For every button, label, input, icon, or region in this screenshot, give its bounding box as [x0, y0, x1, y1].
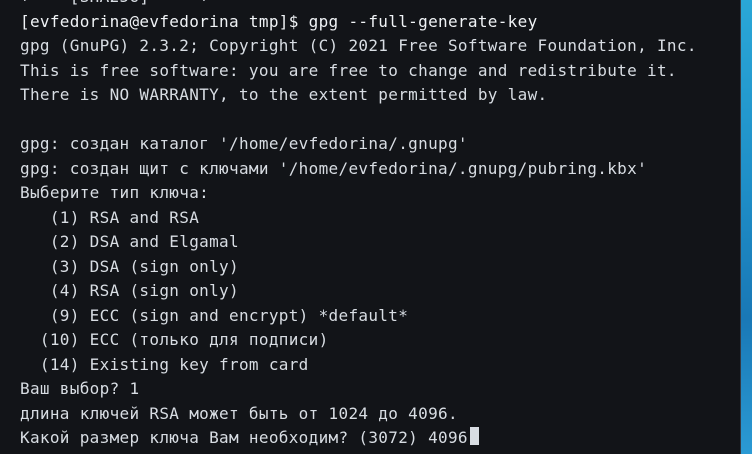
terminal-line-option-dsa-sign: (3) DSA (sign only): [20, 256, 239, 276]
terminal-line-option-rsa-rsa: (1) RSA and RSA: [20, 207, 200, 227]
terminal-line-key-size-input[interactable]: Какой размер ключа Вам необходим? (3072)…: [20, 426, 732, 451]
terminal-line-keyring-created: gpg: создан щит с ключами '/home/evfedor…: [20, 158, 648, 178]
terminal-line-option-rsa-sign: (4) RSA (sign only): [20, 281, 239, 300]
terminal-line-rsa-length-info: длина ключей RSA может быть от 1024 до 4…: [20, 403, 458, 423]
terminal-output[interactable]: +----[SHA256]-----+ [evfedorina@evfedori…: [20, 0, 732, 454]
terminal-line-command: [evfedorina@evfedorina tmp]$ gpg --full-…: [20, 11, 538, 31]
terminal-line-option-dsa-elgamal: (2) DSA and Elgamal: [20, 232, 239, 251]
terminal-line-option-ecc-sign: (10) ECC (только для подписи): [20, 330, 329, 349]
terminal-line-directory-created: gpg: создан каталог '/home/evfedorina/.g…: [20, 134, 468, 153]
terminal-line-key-type-prompt: Выберите тип ключа:: [20, 183, 210, 202]
terminal-line-option-card: (14) Existing key from card: [20, 354, 309, 374]
terminal-cursor: [469, 427, 479, 445]
terminal-line-warranty: There is NO WARRANTY, to the extent perm…: [20, 85, 548, 104]
terminal-line-option-ecc-default: (9) ECC (sign and encrypt) *default*: [20, 305, 409, 325]
terminal-window[interactable]: +----[SHA256]-----+ [evfedorina@evfedori…: [0, 0, 741, 454]
terminal-line-choice: Ваш выбор? 1: [20, 379, 140, 398]
terminal-line-license: This is free software: you are free to c…: [20, 60, 677, 80]
terminal-key-size-text: Какой размер ключа Вам необходим? (3072)…: [20, 428, 468, 447]
terminal-line-version: gpg (GnuPG) 2.3.2; Copyright (C) 2021 Fr…: [20, 36, 697, 55]
desktop-background: [740, 0, 752, 454]
terminal-line-fingerprint-border: +----[SHA256]-----+: [20, 0, 732, 10]
